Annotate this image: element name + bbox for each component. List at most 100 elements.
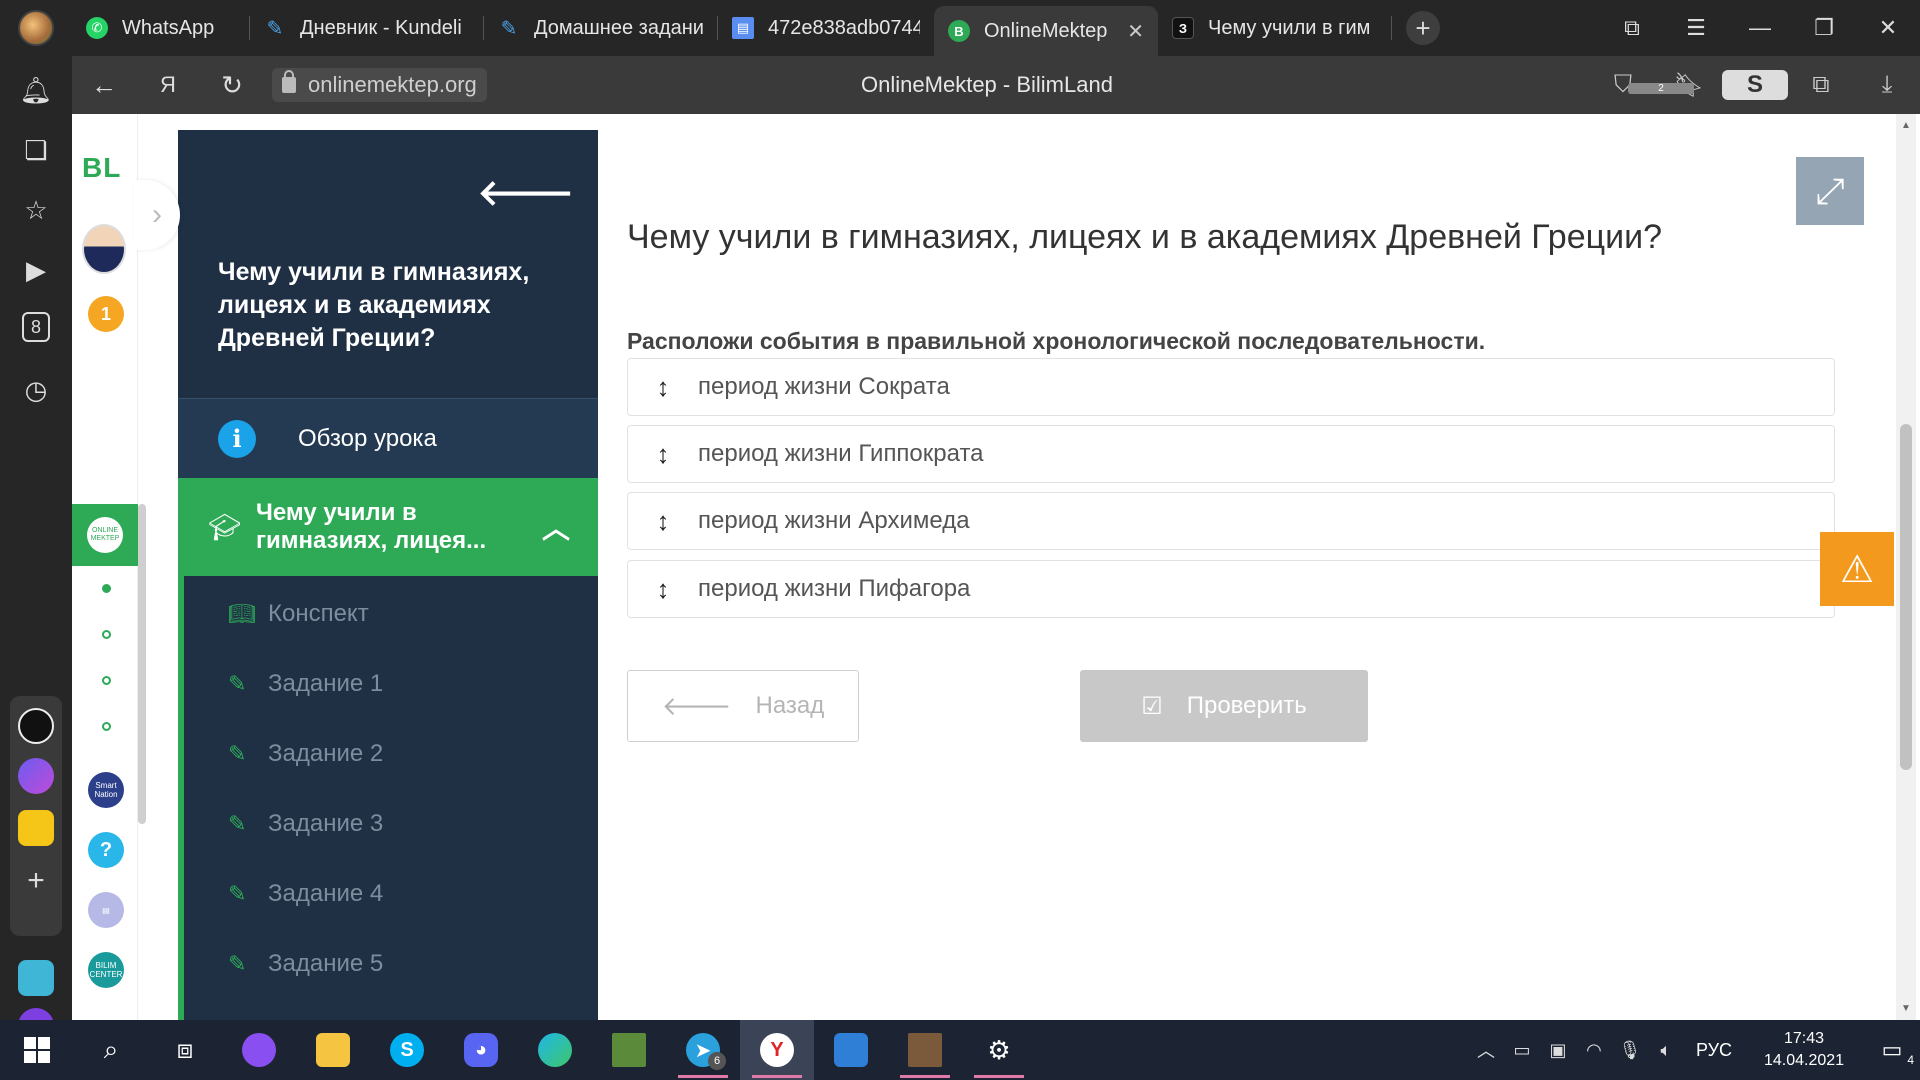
rail-dot[interactable] [102, 630, 111, 639]
telegram-icon[interactable]: ➤ 6 [666, 1020, 740, 1080]
task-view-icon[interactable]: ⧈ [148, 1020, 222, 1080]
rail-dot-active[interactable] [102, 584, 111, 593]
new-tab-button[interactable]: + [1406, 11, 1440, 45]
minimize-icon[interactable]: — [1728, 15, 1792, 41]
wifi-icon[interactable]: ◠ [1576, 1040, 1612, 1061]
volume-icon[interactable]: 🔈︎ [1648, 1040, 1684, 1061]
skype-icon[interactable]: S [370, 1020, 444, 1080]
send-app-icon[interactable] [18, 960, 54, 996]
search-icon[interactable]: ⌕ [74, 1020, 148, 1080]
tab-homework[interactable]: ✎ Домашнее задани [484, 0, 718, 56]
report-problem-button[interactable]: ⚠ [1820, 532, 1894, 606]
drag-vertical-icon[interactable]: ↕ [628, 439, 698, 470]
photos-icon[interactable] [814, 1020, 888, 1080]
reload-icon[interactable]: ↻ [200, 70, 264, 101]
lesson-item-task-5[interactable]: ✎ Задание 5 [228, 944, 383, 984]
scroll-down-icon[interactable]: ▼ [1901, 1003, 1911, 1014]
mail-app-icon[interactable] [18, 810, 54, 846]
lesson-item-task-1[interactable]: ✎ Задание 1 [228, 664, 383, 704]
minecraft-icon[interactable] [592, 1020, 666, 1080]
counter-icon[interactable]: 8 [22, 312, 50, 342]
sortable-choice[interactable]: ↕ период жизни Пифагора [627, 560, 1835, 618]
back-button[interactable]: 🡐 Назад [627, 670, 859, 742]
yandex-browser-icon[interactable]: Y [740, 1020, 814, 1080]
bell-icon[interactable]: 🔔︎ [18, 72, 54, 108]
edge-icon[interactable] [518, 1020, 592, 1080]
collections-icon[interactable]: ❏ [18, 132, 54, 168]
site-rail: BL 1 ONLINE MEKTEP Smart Nation ? ▤ BILI… [72, 114, 138, 1020]
system-clock[interactable]: 17:43 14.04.2021 [1744, 1028, 1864, 1072]
battery-icon[interactable]: ▭ [1504, 1040, 1540, 1061]
device-icon[interactable]: ▣ [1540, 1040, 1576, 1061]
lesson-overview-item[interactable]: i Обзор урока [178, 398, 598, 478]
chevron-up-icon[interactable]: ︿ [542, 507, 570, 547]
menu-icon[interactable]: ☰ [1664, 15, 1728, 41]
close-window-icon[interactable]: ✕ [1856, 15, 1920, 41]
windows-logo-icon [24, 1037, 50, 1063]
tab-kundelik-diary[interactable]: ✎ Дневник - Kundeli [250, 0, 484, 56]
lesson-item-task-4[interactable]: ✎ Задание 4 [228, 874, 383, 914]
collections-icon[interactable]: ⧉ [1788, 71, 1854, 99]
keyboard-icon[interactable]: ▤ [88, 892, 124, 928]
user-avatar[interactable] [82, 224, 126, 274]
protect-icon[interactable]: ⛉ 2 [1590, 71, 1694, 99]
notification-badge[interactable]: 1 [88, 296, 124, 332]
alice-app-icon[interactable] [18, 708, 54, 744]
settings-gear-icon[interactable]: ⚙ [962, 1020, 1036, 1080]
rail-dot[interactable] [102, 676, 111, 685]
fullscreen-expand-button[interactable]: ⤢ [1796, 157, 1864, 225]
file-explorer-icon[interactable] [296, 1020, 370, 1080]
sortable-choice[interactable]: ↕ период жизни Сократа [627, 358, 1835, 416]
drag-vertical-icon[interactable]: ↕ [628, 574, 698, 605]
scroll-up-icon[interactable]: ▲ [1901, 120, 1911, 131]
bilimland-logo[interactable]: BL [82, 152, 121, 184]
lesson-current-topic[interactable]: 🎓︎ Чему учили в гимназиях, лицея... ︿ [178, 478, 598, 576]
tabs-list-icon[interactable]: ⧉ [1600, 15, 1664, 41]
rail-dot[interactable] [102, 722, 111, 731]
windows-taskbar: ⌕ ⧈ S ◕ ➤ 6 Y ⚙ ︿ ▭ ▣ ◠ 🎙︎ 🔈︎ РУС 17:43 1… [0, 1020, 1920, 1080]
lesson-item-konspekt[interactable]: 📖︎ Конспект [228, 594, 369, 634]
history-clock-icon[interactable]: ◷ [18, 372, 54, 408]
drag-vertical-icon[interactable]: ↕ [628, 372, 698, 403]
discord-icon[interactable]: ◕ [444, 1020, 518, 1080]
messenger-app-icon[interactable] [18, 758, 54, 794]
page-scrollbar[interactable]: ▲ ▼ [1896, 114, 1916, 1020]
collapse-arrow-icon[interactable]: 🡐 [477, 170, 574, 214]
star-icon[interactable]: ☆ [18, 192, 54, 228]
skype-extension-icon[interactable]: S [1722, 70, 1788, 100]
language-indicator[interactable]: РУС [1696, 1040, 1732, 1061]
maximize-icon[interactable]: ❐ [1792, 15, 1856, 41]
smart-nation-icon[interactable]: Smart Nation [88, 772, 124, 808]
download-icon[interactable]: ⤓ [1854, 71, 1920, 99]
tab-whatsapp[interactable]: ✆ WhatsApp [72, 0, 250, 56]
add-app-icon[interactable]: + [18, 864, 54, 900]
tab-onlinemektep[interactable]: B OnlineMektep - ✕ [934, 6, 1158, 56]
check-button[interactable]: ☑ Проверить [1080, 670, 1368, 742]
tab-znanija[interactable]: З Чему учили в гим [1158, 0, 1392, 56]
sortable-choice[interactable]: ↕ период жизни Гиппократа [627, 425, 1835, 483]
drag-vertical-icon[interactable]: ↕ [628, 506, 698, 537]
microphone-icon[interactable]: 🎙︎ [1612, 1040, 1648, 1061]
minecraft-launcher-icon[interactable] [888, 1020, 962, 1080]
url-field[interactable]: onlinemektep.org [272, 68, 487, 102]
alice-taskbar-icon[interactable] [222, 1020, 296, 1080]
lesson-item-task-2[interactable]: ✎ Задание 2 [228, 734, 383, 774]
yandex-icon[interactable]: Я [136, 72, 200, 98]
tab-document[interactable]: ▤ 472e838adb07445 [718, 0, 934, 56]
notification-center-icon[interactable]: ▭ 4 [1864, 1037, 1920, 1067]
rail-item-onlinemektep[interactable]: ONLINE MEKTEP [72, 504, 138, 566]
back-arrow-icon[interactable]: ← [72, 70, 136, 101]
windows-start-icon[interactable] [0, 1020, 74, 1080]
bilim-center-icon[interactable]: BILIM CENTER [88, 952, 124, 988]
scrollbar-thumb[interactable] [1900, 424, 1912, 770]
onlinemektep-icon: B [948, 20, 970, 42]
rail-expand-button[interactable]: › [134, 180, 180, 250]
sortable-choice[interactable]: ↕ период жизни Архимеда [627, 492, 1835, 550]
media-play-icon[interactable]: ▶ [18, 252, 54, 288]
help-icon[interactable]: ? [88, 832, 124, 868]
chevron-up-icon[interactable]: ︿ [1468, 1037, 1504, 1063]
lesson-item-task-3[interactable]: ✎ Задание 3 [228, 804, 383, 844]
rail-scrollbar[interactable] [138, 504, 146, 824]
browser-profile[interactable] [0, 0, 72, 56]
close-tab-icon[interactable]: ✕ [1127, 19, 1144, 44]
